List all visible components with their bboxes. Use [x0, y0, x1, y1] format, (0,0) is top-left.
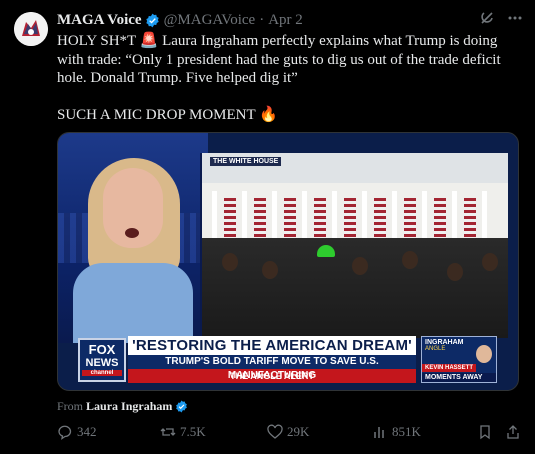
tweet[interactable]: MAGA Voice @MAGAVoice · Apr 2 HOLY SH*T … [0, 0, 535, 454]
reply-button[interactable]: 342 [57, 424, 97, 440]
chyron-tag: THE ANGLE ALERT [128, 369, 416, 383]
fox-logo-line3: channel [82, 370, 122, 376]
ingraham-angle-box: INGRAHAM ANGLE KEVIN HASSETT MOMENTS AWA… [421, 336, 497, 383]
fox-logo-line2: NEWS [85, 357, 119, 369]
grok-icon[interactable] [479, 10, 495, 26]
repost-count: 7.5K [180, 424, 206, 439]
views-icon [374, 427, 384, 438]
chyron-subhead: TRUMP'S BOLD TARIFF MOVE TO SAVE U.S. MA… [128, 355, 416, 381]
share-icon [507, 425, 519, 439]
bookmark-button[interactable] [477, 424, 493, 440]
repost-button[interactable]: 7.5K [160, 424, 206, 440]
like-icon [267, 424, 283, 439]
like-count: 29K [287, 424, 310, 439]
source-prefix: From [57, 399, 84, 413]
studio-host-panel [58, 133, 208, 343]
separator-dot: · [259, 11, 265, 28]
repost-icon [160, 428, 176, 436]
video-source: From Laura Ingraham [57, 399, 188, 414]
side-box-guest: KEVIN HASSETT [422, 364, 477, 372]
tweet-header: MAGA Voice @MAGAVoice · Apr 2 [57, 10, 303, 30]
chyron-headline: 'RESTORING THE AMERICAN DREAM' [128, 336, 416, 355]
views-count: 851K [392, 424, 421, 439]
bookmark-icon [480, 425, 490, 440]
tweet-text-line1: HOLY SH*T 🚨 Laura Ingraham perfectly exp… [57, 33, 505, 86]
side-box-footer: MOMENTS AWAY [422, 373, 496, 382]
avatar[interactable] [14, 12, 48, 46]
share-button[interactable] [505, 424, 521, 440]
header-icons [479, 10, 523, 26]
verified-badge-icon [145, 13, 160, 28]
reply-count: 342 [77, 424, 97, 439]
fox-logo-line1: FOX [88, 342, 116, 357]
reply-icon [58, 425, 72, 440]
more-icon[interactable] [507, 10, 523, 26]
chyron-banner: 'RESTORING THE AMERICAN DREAM' TRUMP'S B… [128, 336, 416, 383]
video-media[interactable]: THE WHITE HOUSE FOX NEWS channel 'RESTOR… [57, 132, 519, 391]
action-bar: 342 7.5K 29K 851K [57, 424, 527, 444]
author-handle[interactable]: @MAGAVoice [164, 12, 256, 29]
fox-news-logo: FOX NEWS channel [78, 338, 126, 382]
tweet-date[interactable]: Apr 2 [268, 12, 303, 29]
source-name[interactable]: Laura Ingraham [86, 399, 172, 414]
guest-thumbnail [476, 345, 492, 363]
author-name[interactable]: MAGA Voice [57, 12, 142, 29]
verified-badge-icon [175, 400, 188, 413]
white-house-label: THE WHITE HOUSE [210, 157, 282, 166]
white-house-feed: THE WHITE HOUSE [200, 153, 508, 338]
tweet-text: HOLY SH*T 🚨 Laura Ingraham perfectly exp… [57, 32, 527, 124]
views-button[interactable]: 851K [372, 424, 421, 440]
tweet-text-line2: SUCH A MIC DROP MOMENT 🔥 [57, 106, 278, 123]
like-button[interactable]: 29K [267, 424, 309, 440]
